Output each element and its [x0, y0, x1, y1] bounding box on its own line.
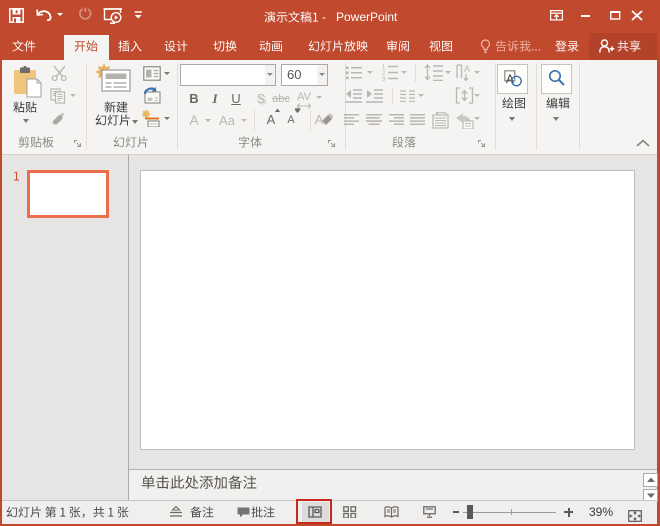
svg-text:A: A: [464, 64, 470, 74]
svg-text:3: 3: [382, 77, 386, 81]
